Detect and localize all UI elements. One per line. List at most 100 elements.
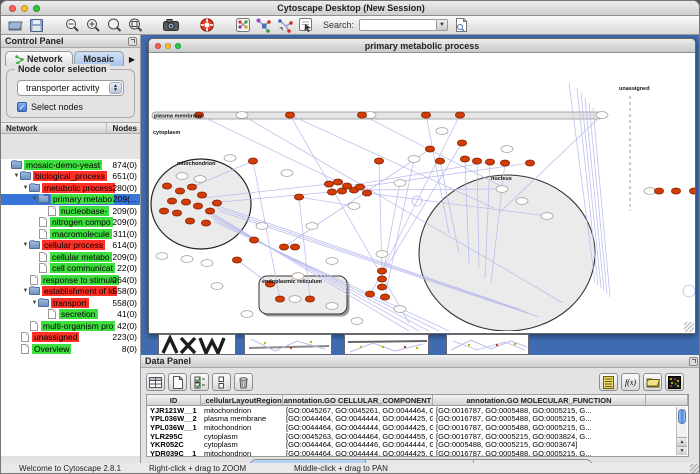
graph-node-outline[interactable] (241, 311, 253, 318)
tree-row[interactable]: multi-organism pro42(0) (1, 320, 140, 332)
graph-node[interactable] (212, 200, 221, 206)
table-row[interactable]: YDR039C__1mitochondrion[GO:0044464, GO:0… (147, 449, 688, 457)
tree-row[interactable]: ▼primary metabo209(... (1, 194, 140, 206)
app-titlebar[interactable]: Cytoscape Desktop (New Session) (1, 1, 700, 16)
graph-node-outline[interactable] (516, 198, 528, 205)
graph-node[interactable] (355, 184, 364, 190)
node-color-dropdown[interactable]: transporter activity ▲▼ (17, 80, 124, 96)
column-header[interactable]: ID (147, 395, 201, 405)
graph-node-outline[interactable] (176, 173, 188, 180)
background-window-fragment[interactable] (158, 334, 236, 355)
network-view-window[interactable]: primary metabolic process plasma membran… (148, 38, 696, 334)
graph-node[interactable] (197, 192, 206, 198)
search-input[interactable] (359, 19, 437, 31)
graph-node[interactable] (185, 218, 194, 224)
graph-node[interactable] (248, 158, 257, 164)
tree-row[interactable]: cellular metabo209(0) (1, 251, 140, 263)
scroll-up-icon[interactable]: ▲ (677, 437, 687, 446)
tree-row[interactable]: ▼cellular process614(0) (1, 240, 140, 252)
window-resize-grip[interactable] (684, 322, 694, 332)
disclosure-triangle-icon[interactable]: ▼ (13, 173, 20, 179)
graph-node-outline[interactable] (256, 223, 268, 230)
graph-node[interactable] (421, 112, 430, 118)
tree-row[interactable]: ▼metabolic process280(0) (1, 182, 140, 194)
table-row[interactable]: YKR052Ccytoplasm[GO:0044464, GO:0044446,… (147, 440, 688, 449)
graph-node-outline[interactable] (376, 251, 388, 258)
graph-node-outline[interactable] (408, 156, 420, 163)
disclosure-triangle-icon[interactable]: ▼ (31, 196, 38, 202)
graph-node[interactable] (305, 296, 314, 302)
graph-node[interactable] (377, 276, 386, 282)
close-icon[interactable] (9, 5, 16, 12)
tree-row[interactable]: cell communicat22(0) (1, 263, 140, 275)
snapshot-icon[interactable] (163, 18, 179, 33)
table-row[interactable]: YPL036W__2plasma membrane[GO:0044464, GO… (147, 415, 688, 424)
zoom-fit-icon[interactable] (127, 18, 143, 33)
table-row[interactable]: YLR295Ccytoplasm[GO:0045263, GO:0044464,… (147, 432, 688, 441)
column-header[interactable]: _cellularLayoutRegion (201, 395, 283, 405)
graph-node-outline[interactable] (436, 128, 448, 135)
graph-node[interactable] (485, 159, 494, 165)
graph-node[interactable] (365, 291, 374, 297)
scrollbar-thumb[interactable] (678, 409, 686, 424)
tree-row[interactable]: response to stimulu264(0) (1, 274, 140, 286)
tree-header-network[interactable]: Network (1, 123, 107, 133)
graph-node-outline[interactable] (496, 186, 508, 193)
new-attribute-icon[interactable] (168, 373, 187, 391)
graph-node[interactable] (159, 208, 168, 214)
graph-node[interactable] (435, 158, 444, 164)
attribute-matrix-icon[interactable] (665, 373, 684, 391)
scroll-down-icon[interactable]: ▼ (677, 446, 687, 455)
zoom-window-icon[interactable] (33, 5, 40, 12)
graph-node[interactable] (337, 188, 346, 194)
table-row[interactable]: YPL036W__1mitochondrion[GO:0044464, GO:0… (147, 423, 688, 432)
background-window-fragment[interactable] (344, 334, 429, 355)
graph-node[interactable] (275, 296, 284, 302)
graph-node[interactable] (525, 160, 534, 166)
save-session-icon[interactable] (28, 18, 44, 33)
tree-row[interactable]: nucleobase-209(0) (1, 205, 140, 217)
function-builder-icon[interactable]: f(x) (621, 373, 640, 391)
minimize-icon[interactable] (21, 5, 28, 12)
graph-node-outline[interactable] (351, 318, 363, 325)
tree-row[interactable]: Overview8(0) (1, 343, 140, 355)
graph-node[interactable] (175, 188, 184, 194)
graph-node-outline[interactable] (394, 180, 406, 187)
graph-node[interactable] (232, 257, 241, 263)
graph-node-outline[interactable] (501, 146, 513, 153)
graph-node[interactable] (460, 156, 469, 162)
zoom-selected-icon[interactable] (106, 18, 122, 33)
graph-node[interactable] (249, 237, 258, 243)
more-tabs-icon[interactable]: ▶ (129, 55, 138, 66)
network-overview-icon[interactable] (235, 18, 251, 33)
help-icon[interactable] (199, 18, 215, 33)
graph-node-outline[interactable] (394, 306, 406, 313)
graph-node-outline[interactable] (194, 176, 206, 183)
tree-row[interactable]: unassigned223(0) (1, 332, 140, 344)
graph-node[interactable] (455, 112, 464, 118)
select-attributes-icon[interactable] (190, 373, 209, 391)
disclosure-triangle-icon[interactable]: ▼ (22, 288, 29, 294)
tree-row[interactable]: ▼establishment of lo558(0) (1, 286, 140, 298)
tree-row[interactable]: ▼biological_process651(0) (1, 171, 140, 183)
graph-node[interactable] (457, 140, 466, 146)
graph-node[interactable] (285, 112, 294, 118)
graph-node[interactable] (193, 203, 202, 209)
graph-node[interactable] (374, 158, 383, 164)
tree-header-nodes[interactable]: Nodes (107, 123, 140, 133)
advanced-search-icon[interactable] (453, 18, 469, 33)
disclosure-triangle-icon[interactable]: ▼ (31, 300, 38, 306)
graph-node[interactable] (290, 244, 299, 250)
select-nodes-checkbox[interactable]: ✓ (17, 102, 27, 112)
graph-node-outline[interactable] (181, 256, 193, 263)
nucleus-region[interactable] (419, 175, 595, 331)
background-window-fragment[interactable] (446, 334, 529, 355)
graph-node[interactable] (324, 181, 333, 187)
graph-node-outline[interactable] (326, 303, 338, 310)
close-icon[interactable] (155, 43, 161, 49)
search-dropdown-icon[interactable]: ▼ (437, 19, 448, 31)
annotation-icon[interactable] (298, 18, 314, 33)
minimize-icon[interactable] (165, 43, 171, 49)
graph-node-outline[interactable] (541, 213, 553, 220)
graph-node-outline[interactable] (236, 112, 248, 119)
